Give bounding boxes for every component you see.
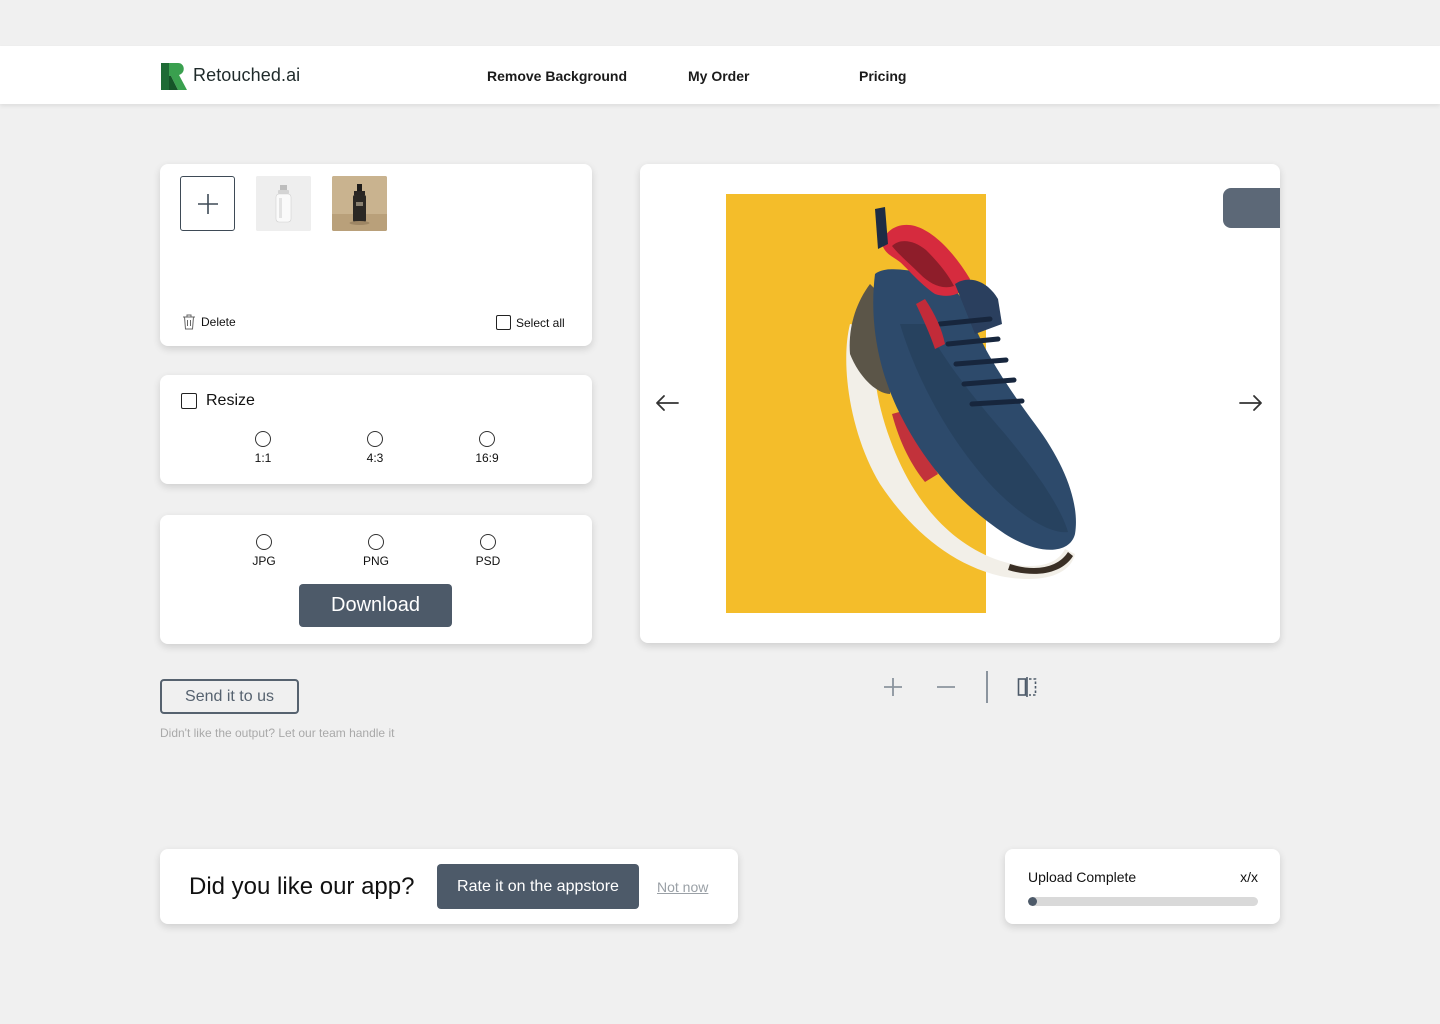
white-bottle-image bbox=[256, 176, 311, 231]
send-it-to-us-button[interactable]: Send it to us bbox=[160, 679, 299, 714]
upload-count: x/x bbox=[1240, 869, 1258, 885]
resize-box[interactable] bbox=[181, 393, 197, 409]
radio-button[interactable] bbox=[480, 534, 496, 550]
compare-toggle-button[interactable] bbox=[1013, 672, 1041, 702]
upload-progress-fill bbox=[1028, 897, 1038, 906]
image-gallery-card: Delete Select all bbox=[160, 164, 592, 346]
select-all-box[interactable] bbox=[496, 315, 511, 330]
arrow-right-icon bbox=[1239, 395, 1262, 411]
format-option-png[interactable]: PNG bbox=[346, 534, 406, 568]
format-option-psd[interactable]: PSD bbox=[458, 534, 518, 568]
select-all-checkbox[interactable]: Select all bbox=[496, 315, 565, 330]
zoom-in-button[interactable] bbox=[879, 672, 907, 702]
minus-icon bbox=[937, 686, 955, 688]
image-thumbnail[interactable] bbox=[256, 176, 311, 231]
zoom-out-button[interactable] bbox=[932, 672, 960, 702]
nav-my-order[interactable]: My Order bbox=[688, 68, 749, 84]
resize-option-16-9[interactable]: 16:9 bbox=[457, 431, 517, 465]
radio-label: 4:3 bbox=[366, 451, 384, 465]
dark-bottle-image bbox=[332, 176, 387, 231]
image-thumbnail[interactable] bbox=[332, 176, 387, 231]
brand-logo-mark bbox=[160, 61, 187, 90]
brand-logo[interactable]: Retouched.ai bbox=[160, 61, 300, 90]
radio-button[interactable] bbox=[367, 431, 383, 447]
nav-remove-background[interactable]: Remove Background bbox=[487, 68, 627, 84]
plus-icon bbox=[884, 678, 902, 696]
toolbar-divider bbox=[986, 671, 988, 703]
preview-side-tab[interactable] bbox=[1223, 188, 1280, 228]
top-navbar: Retouched.ai Remove Background My Order … bbox=[0, 46, 1440, 104]
resize-label: Resize bbox=[206, 392, 255, 409]
radio-button[interactable] bbox=[368, 534, 384, 550]
image-preview-card bbox=[640, 164, 1280, 643]
format-option-jpg[interactable]: JPG bbox=[234, 534, 294, 568]
resize-option-1-1[interactable]: 1:1 bbox=[233, 431, 293, 465]
resize-option-4-3[interactable]: 4:3 bbox=[345, 431, 405, 465]
radio-label: 16:9 bbox=[475, 451, 499, 465]
radio-label: JPG bbox=[252, 554, 276, 568]
radio-label: 1:1 bbox=[254, 451, 272, 465]
upload-progress-bar bbox=[1028, 897, 1258, 906]
add-image-button[interactable] bbox=[180, 176, 235, 231]
resize-checkbox[interactable]: Resize bbox=[181, 392, 255, 410]
upload-status-title: Upload Complete bbox=[1028, 869, 1137, 885]
delete-button[interactable]: Delete bbox=[182, 314, 236, 330]
previous-image-button[interactable] bbox=[652, 390, 682, 416]
radio-label: PNG bbox=[362, 554, 389, 568]
radio-button[interactable] bbox=[256, 534, 272, 550]
download-button[interactable]: Download bbox=[299, 584, 452, 627]
format-download-card: JPG PNG PSD Download bbox=[160, 515, 592, 644]
select-all-label: Select all bbox=[516, 315, 565, 330]
nav-pricing[interactable]: Pricing bbox=[859, 68, 906, 84]
next-image-button[interactable] bbox=[1236, 390, 1266, 416]
support-hint-text: Didn't like the output? Let our team han… bbox=[160, 726, 395, 740]
radio-button[interactable] bbox=[479, 431, 495, 447]
rate-appstore-button[interactable]: Rate it on the appstore bbox=[437, 864, 639, 909]
resize-card: Resize 1:1 4:3 16:9 bbox=[160, 375, 592, 484]
radio-button[interactable] bbox=[255, 431, 271, 447]
sneaker-image bbox=[846, 207, 1076, 580]
plus-icon bbox=[197, 193, 218, 214]
not-now-link[interactable]: Not now bbox=[657, 879, 708, 895]
upload-status-card: Upload Complete x/x bbox=[1005, 849, 1280, 924]
brand-name: Retouched.ai bbox=[193, 65, 301, 85]
rate-question: Did you like our app? bbox=[189, 873, 415, 900]
trash-icon bbox=[183, 314, 195, 330]
delete-label: Delete bbox=[201, 315, 236, 329]
arrow-left-icon bbox=[656, 395, 679, 411]
compare-icon bbox=[1017, 677, 1037, 697]
radio-label: PSD bbox=[475, 554, 501, 568]
rate-app-card: Did you like our app? Rate it on the app… bbox=[160, 849, 738, 924]
